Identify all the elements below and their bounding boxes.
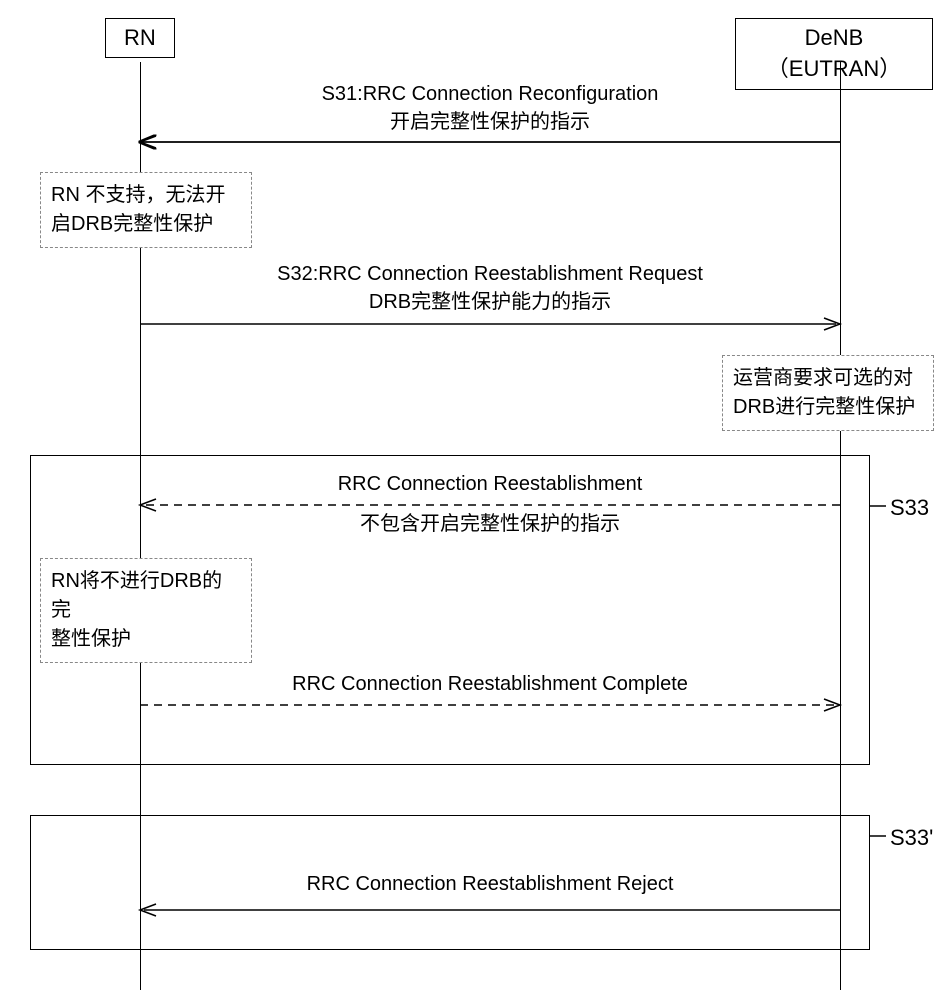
note-rn-unsupported: RN 不支持，无法开 启DRB完整性保护 xyxy=(40,172,252,248)
label-s33: S33 xyxy=(890,495,929,521)
msg-reest-line1: RRC Connection Reestablishment xyxy=(150,470,830,498)
msg-s31: S31:RRC Connection Reconfiguration 开启完整性… xyxy=(150,80,830,136)
note-rn-unsupported-text: RN 不支持，无法开 启DRB完整性保护 xyxy=(51,184,225,235)
msg-reject: RRC Connection Reestablishment Reject xyxy=(150,870,830,898)
note-rn-no-protection-text: RN将不进行DRB的完 整性保护 xyxy=(51,570,222,650)
note-operator-req-text: 运营商要求可选的对 DRB进行完整性保护 xyxy=(733,367,915,418)
msg-reest-sub: 不包含开启完整性保护的指示 xyxy=(150,510,830,538)
msg-complete-text: RRC Connection Reestablishment Complete xyxy=(150,670,830,698)
msg-reest-line2: 不包含开启完整性保护的指示 xyxy=(150,510,830,538)
msg-s31-line1: S31:RRC Connection Reconfiguration xyxy=(150,80,830,108)
sequence-diagram: RN DeNB（EUTRAN） S31:RRC Connection Recon… xyxy=(10,10,933,990)
label-s33p: S33' xyxy=(890,825,933,851)
actor-rn: RN xyxy=(105,18,175,58)
msg-complete: RRC Connection Reestablishment Complete xyxy=(150,670,830,698)
msg-s32: S32:RRC Connection Reestablishment Reque… xyxy=(150,260,830,316)
msg-s31-line2: 开启完整性保护的指示 xyxy=(150,108,830,136)
msg-s32-line1: S32:RRC Connection Reestablishment Reque… xyxy=(150,260,830,288)
msg-reject-text: RRC Connection Reestablishment Reject xyxy=(150,870,830,898)
msg-s32-line2: DRB完整性保护能力的指示 xyxy=(150,288,830,316)
msg-reest: RRC Connection Reestablishment xyxy=(150,470,830,498)
note-operator-req: 运营商要求可选的对 DRB进行完整性保护 xyxy=(722,355,934,431)
note-rn-no-protection: RN将不进行DRB的完 整性保护 xyxy=(40,558,252,663)
actor-rn-label: RN xyxy=(124,25,156,50)
actor-denb-label: DeNB（EUTRAN） xyxy=(767,25,901,81)
